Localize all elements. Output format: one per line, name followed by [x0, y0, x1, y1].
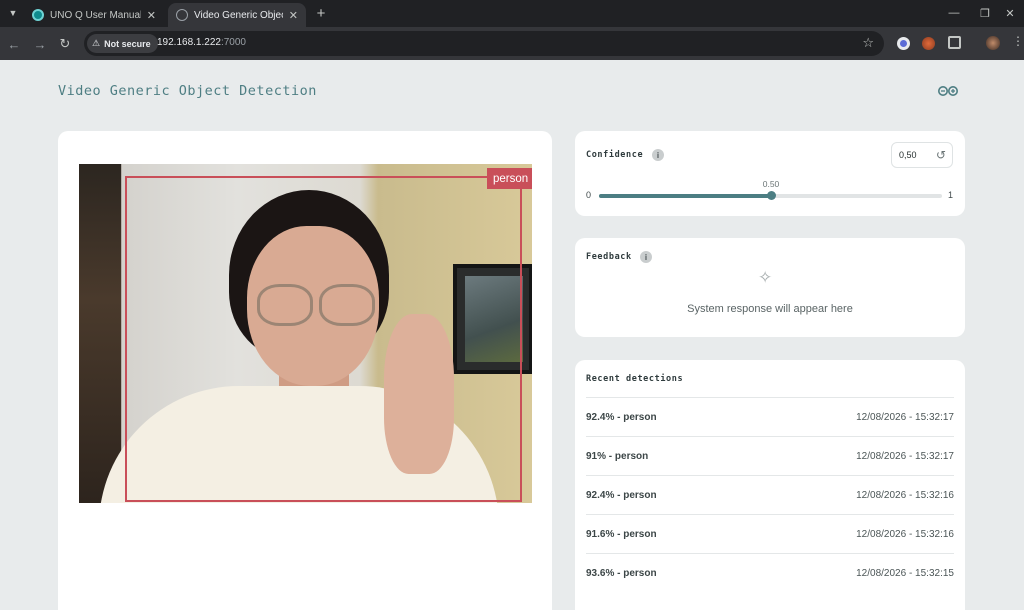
detection-row-time: 12/08/2026 - 15:32:17 [856, 412, 954, 423]
url-port: :7000 [220, 37, 246, 48]
browser-tab-manual[interactable]: UNO Q User Manual | Ar ✕ [24, 3, 164, 27]
globe-favicon-icon [176, 9, 188, 21]
detection-row-label: 92.4% - person [586, 490, 657, 501]
tab-title: UNO Q User Manual | Ar [50, 9, 141, 21]
tab-title: Video Generic Object De [194, 9, 283, 21]
new-tab-plus-icon[interactable]: + [312, 4, 330, 22]
close-window-icon[interactable]: ✕ [1000, 4, 1020, 22]
warning-triangle-icon: ⚠ [92, 38, 101, 48]
minimize-icon[interactable]: — [944, 4, 964, 22]
detection-row-time: 12/08/2026 - 15:32:17 [856, 451, 954, 462]
slider-max-label: 1 [948, 190, 954, 200]
browser-tab-active[interactable]: Video Generic Object De ✕ [168, 3, 306, 27]
page-title: Video Generic Object Detection [58, 83, 317, 99]
bookmark-star-icon[interactable]: ☆ [862, 35, 874, 51]
tab-search-chevron-icon[interactable]: ▼ [4, 4, 22, 22]
slider-thumb[interactable] [767, 191, 776, 200]
recent-detections-label: Recent detections [586, 374, 684, 384]
detection-row: 92.4% - person 12/08/2026 - 15:32:16 [586, 475, 954, 514]
detection-row-label: 92.4% - person [586, 412, 657, 423]
browser-toolbar: ← → ↻ ⚠ Not secure 192.168.1.222:7000 ☆ [0, 27, 1024, 60]
detection-row-label: 91% - person [586, 451, 649, 462]
video-bookshelf [79, 164, 121, 503]
sparkle-icon: ✧ [758, 268, 773, 287]
camera-video-feed: person (0.92) [79, 164, 532, 503]
back-arrow-icon[interactable]: ← [4, 34, 24, 54]
info-icon[interactable]: i [652, 149, 664, 161]
url-host: 192.168.1.222 [157, 37, 221, 48]
confidence-value: 0,50 [899, 150, 917, 160]
url-text: 192.168.1.222:7000 [157, 37, 246, 48]
forward-arrow-icon[interactable]: → [30, 34, 50, 54]
extensions-puzzle-icon[interactable] [948, 36, 961, 49]
detections-list: 92.4% - person 12/08/2026 - 15:32:17 91%… [586, 397, 954, 592]
confidence-card: Confidence i 0,50 ↺ 0.50 0 1 [575, 131, 965, 216]
detection-row: 91% - person 12/08/2026 - 15:32:17 [586, 436, 954, 475]
detection-row: 92.4% - person 12/08/2026 - 15:32:17 [586, 397, 954, 436]
confidence-label: Confidence [586, 150, 644, 160]
arduino-favicon-icon [32, 9, 44, 21]
detection-bounding-box: person (0.92) [125, 168, 532, 502]
video-card: person (0.92) [58, 131, 552, 610]
slider-fill [599, 194, 771, 198]
detection-row-time: 12/08/2026 - 15:32:16 [856, 529, 954, 540]
confidence-slider[interactable] [599, 191, 942, 200]
extension-sparkle-icon[interactable] [922, 37, 935, 50]
detection-row-label: 91.6% - person [586, 529, 657, 540]
profile-avatar[interactable] [986, 36, 1000, 50]
recent-detections-card: Recent detections 92.4% - person 12/08/2… [575, 360, 965, 610]
feedback-message: System response will appear here [687, 303, 853, 315]
detection-row: 91.6% - person 12/08/2026 - 15:32:16 [586, 514, 954, 553]
detection-row: 93.6% - person 12/08/2026 - 15:32:15 [586, 553, 954, 592]
detection-row-time: 12/08/2026 - 15:32:16 [856, 490, 954, 501]
feedback-card: Feedback i ✧ System response will appear… [575, 238, 965, 337]
browser-tab-bar: ▼ UNO Q User Manual | Ar ✕ Video Generic… [0, 0, 1024, 27]
detection-label: person (0.92) [487, 168, 532, 189]
close-tab-icon[interactable]: ✕ [147, 9, 156, 22]
reset-icon[interactable]: ↺ [936, 148, 946, 162]
detection-row-label: 93.6% - person [586, 568, 657, 579]
confidence-input[interactable]: 0,50 ↺ [891, 142, 953, 168]
slider-tooltip: 0.50 [762, 179, 780, 189]
reload-icon[interactable]: ↻ [55, 34, 75, 54]
security-chip[interactable]: ⚠ Not secure [87, 34, 158, 53]
close-tab-icon[interactable]: ✕ [289, 9, 298, 22]
feedback-label: Feedback [586, 252, 632, 262]
extension-circle-icon[interactable] [897, 37, 910, 50]
browser-menu-icon[interactable]: ⋮ [1012, 34, 1024, 52]
info-icon[interactable]: i [640, 251, 652, 263]
restore-icon[interactable]: ❐ [975, 4, 995, 22]
address-bar[interactable]: ⚠ Not secure 192.168.1.222:7000 ☆ [84, 31, 884, 56]
arduino-infinity-logo-icon [938, 86, 958, 96]
slider-min-label: 0 [586, 190, 592, 200]
detection-row-time: 12/08/2026 - 15:32:15 [856, 568, 954, 579]
security-chip-label: Not secure [104, 38, 151, 49]
